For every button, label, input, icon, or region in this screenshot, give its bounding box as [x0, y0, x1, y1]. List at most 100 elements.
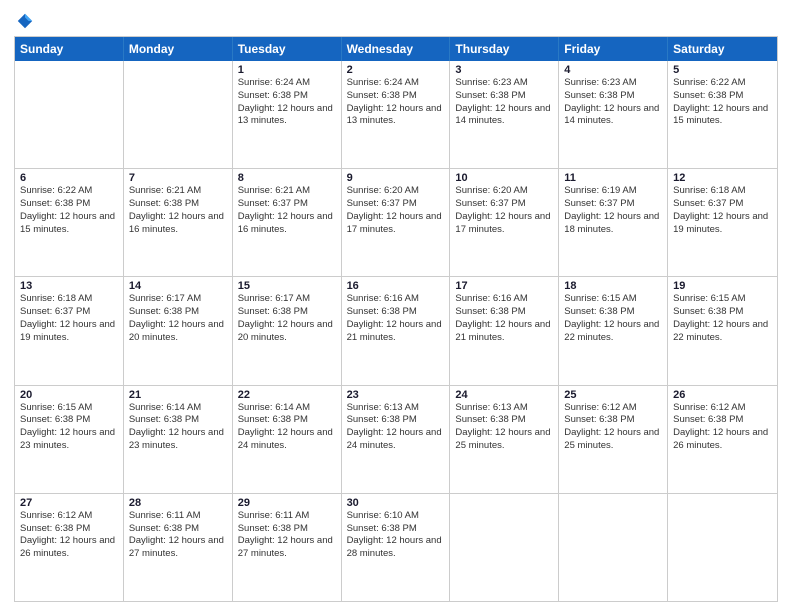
day-info: Sunrise: 6:16 AM Sunset: 6:38 PM Dayligh… — [455, 293, 553, 344]
day-number: 5 — [673, 64, 772, 76]
calendar-cell: 16Sunrise: 6:16 AM Sunset: 6:38 PM Dayli… — [342, 277, 451, 384]
day-info: Sunrise: 6:17 AM Sunset: 6:38 PM Dayligh… — [238, 293, 336, 344]
day-number: 26 — [673, 389, 772, 401]
day-info: Sunrise: 6:14 AM Sunset: 6:38 PM Dayligh… — [238, 402, 336, 453]
day-number: 9 — [347, 172, 445, 184]
calendar-cell: 8Sunrise: 6:21 AM Sunset: 6:37 PM Daylig… — [233, 169, 342, 276]
day-number: 19 — [673, 280, 772, 292]
day-number: 8 — [238, 172, 336, 184]
calendar-cell: 28Sunrise: 6:11 AM Sunset: 6:38 PM Dayli… — [124, 494, 233, 601]
day-info: Sunrise: 6:18 AM Sunset: 6:37 PM Dayligh… — [20, 293, 118, 344]
calendar-cell: 2Sunrise: 6:24 AM Sunset: 6:38 PM Daylig… — [342, 61, 451, 168]
calendar-cell: 27Sunrise: 6:12 AM Sunset: 6:38 PM Dayli… — [15, 494, 124, 601]
day-info: Sunrise: 6:15 AM Sunset: 6:38 PM Dayligh… — [673, 293, 772, 344]
cal-header-cell: Monday — [124, 37, 233, 61]
calendar-week-row: 6Sunrise: 6:22 AM Sunset: 6:38 PM Daylig… — [15, 168, 777, 276]
day-number: 13 — [20, 280, 118, 292]
day-info: Sunrise: 6:24 AM Sunset: 6:38 PM Dayligh… — [238, 77, 336, 128]
calendar-cell: 18Sunrise: 6:15 AM Sunset: 6:38 PM Dayli… — [559, 277, 668, 384]
calendar-cell: 14Sunrise: 6:17 AM Sunset: 6:38 PM Dayli… — [124, 277, 233, 384]
calendar-cell: 5Sunrise: 6:22 AM Sunset: 6:38 PM Daylig… — [668, 61, 777, 168]
calendar-cell: 6Sunrise: 6:22 AM Sunset: 6:38 PM Daylig… — [15, 169, 124, 276]
day-number: 21 — [129, 389, 227, 401]
day-info: Sunrise: 6:23 AM Sunset: 6:38 PM Dayligh… — [455, 77, 553, 128]
day-info: Sunrise: 6:20 AM Sunset: 6:37 PM Dayligh… — [455, 185, 553, 236]
day-info: Sunrise: 6:20 AM Sunset: 6:37 PM Dayligh… — [347, 185, 445, 236]
day-info: Sunrise: 6:12 AM Sunset: 6:38 PM Dayligh… — [20, 510, 118, 561]
day-info: Sunrise: 6:12 AM Sunset: 6:38 PM Dayligh… — [673, 402, 772, 453]
calendar-cell — [15, 61, 124, 168]
day-number: 30 — [347, 497, 445, 509]
day-number: 12 — [673, 172, 772, 184]
calendar-cell: 4Sunrise: 6:23 AM Sunset: 6:38 PM Daylig… — [559, 61, 668, 168]
day-info: Sunrise: 6:13 AM Sunset: 6:38 PM Dayligh… — [455, 402, 553, 453]
day-info: Sunrise: 6:23 AM Sunset: 6:38 PM Dayligh… — [564, 77, 662, 128]
day-info: Sunrise: 6:13 AM Sunset: 6:38 PM Dayligh… — [347, 402, 445, 453]
day-number: 10 — [455, 172, 553, 184]
calendar-week-row: 20Sunrise: 6:15 AM Sunset: 6:38 PM Dayli… — [15, 385, 777, 493]
day-info: Sunrise: 6:24 AM Sunset: 6:38 PM Dayligh… — [347, 77, 445, 128]
calendar-cell: 29Sunrise: 6:11 AM Sunset: 6:38 PM Dayli… — [233, 494, 342, 601]
day-number: 1 — [238, 64, 336, 76]
day-number: 29 — [238, 497, 336, 509]
calendar-cell — [559, 494, 668, 601]
calendar-week-row: 1Sunrise: 6:24 AM Sunset: 6:38 PM Daylig… — [15, 61, 777, 168]
day-number: 27 — [20, 497, 118, 509]
day-info: Sunrise: 6:17 AM Sunset: 6:38 PM Dayligh… — [129, 293, 227, 344]
calendar-cell: 15Sunrise: 6:17 AM Sunset: 6:38 PM Dayli… — [233, 277, 342, 384]
cal-header-cell: Thursday — [450, 37, 559, 61]
day-number: 24 — [455, 389, 553, 401]
day-number: 28 — [129, 497, 227, 509]
calendar-cell: 13Sunrise: 6:18 AM Sunset: 6:37 PM Dayli… — [15, 277, 124, 384]
calendar-cell: 11Sunrise: 6:19 AM Sunset: 6:37 PM Dayli… — [559, 169, 668, 276]
calendar-cell: 3Sunrise: 6:23 AM Sunset: 6:38 PM Daylig… — [450, 61, 559, 168]
calendar-cell — [124, 61, 233, 168]
calendar: SundayMondayTuesdayWednesdayThursdayFrid… — [14, 36, 778, 602]
calendar-week-row: 13Sunrise: 6:18 AM Sunset: 6:37 PM Dayli… — [15, 276, 777, 384]
day-number: 4 — [564, 64, 662, 76]
calendar-cell: 20Sunrise: 6:15 AM Sunset: 6:38 PM Dayli… — [15, 386, 124, 493]
day-number: 22 — [238, 389, 336, 401]
day-number: 3 — [455, 64, 553, 76]
day-number: 16 — [347, 280, 445, 292]
day-info: Sunrise: 6:19 AM Sunset: 6:37 PM Dayligh… — [564, 185, 662, 236]
calendar-week-row: 27Sunrise: 6:12 AM Sunset: 6:38 PM Dayli… — [15, 493, 777, 601]
cal-header-cell: Wednesday — [342, 37, 451, 61]
day-number: 11 — [564, 172, 662, 184]
day-info: Sunrise: 6:22 AM Sunset: 6:38 PM Dayligh… — [673, 77, 772, 128]
calendar-cell: 7Sunrise: 6:21 AM Sunset: 6:38 PM Daylig… — [124, 169, 233, 276]
cal-header-cell: Saturday — [668, 37, 777, 61]
day-number: 17 — [455, 280, 553, 292]
logo — [14, 12, 34, 30]
calendar-cell — [668, 494, 777, 601]
calendar-cell: 24Sunrise: 6:13 AM Sunset: 6:38 PM Dayli… — [450, 386, 559, 493]
calendar-cell: 19Sunrise: 6:15 AM Sunset: 6:38 PM Dayli… — [668, 277, 777, 384]
cal-header-cell: Friday — [559, 37, 668, 61]
calendar-cell: 30Sunrise: 6:10 AM Sunset: 6:38 PM Dayli… — [342, 494, 451, 601]
day-number: 6 — [20, 172, 118, 184]
day-number: 23 — [347, 389, 445, 401]
day-info: Sunrise: 6:11 AM Sunset: 6:38 PM Dayligh… — [129, 510, 227, 561]
logo-icon — [16, 12, 34, 30]
calendar-cell — [450, 494, 559, 601]
calendar-cell: 9Sunrise: 6:20 AM Sunset: 6:37 PM Daylig… — [342, 169, 451, 276]
calendar-cell: 26Sunrise: 6:12 AM Sunset: 6:38 PM Dayli… — [668, 386, 777, 493]
day-info: Sunrise: 6:14 AM Sunset: 6:38 PM Dayligh… — [129, 402, 227, 453]
day-info: Sunrise: 6:12 AM Sunset: 6:38 PM Dayligh… — [564, 402, 662, 453]
day-number: 25 — [564, 389, 662, 401]
day-info: Sunrise: 6:10 AM Sunset: 6:38 PM Dayligh… — [347, 510, 445, 561]
cal-header-cell: Sunday — [15, 37, 124, 61]
cal-header-cell: Tuesday — [233, 37, 342, 61]
calendar-cell: 21Sunrise: 6:14 AM Sunset: 6:38 PM Dayli… — [124, 386, 233, 493]
calendar-cell: 22Sunrise: 6:14 AM Sunset: 6:38 PM Dayli… — [233, 386, 342, 493]
day-number: 7 — [129, 172, 227, 184]
calendar-cell: 10Sunrise: 6:20 AM Sunset: 6:37 PM Dayli… — [450, 169, 559, 276]
day-info: Sunrise: 6:21 AM Sunset: 6:37 PM Dayligh… — [238, 185, 336, 236]
day-number: 20 — [20, 389, 118, 401]
day-info: Sunrise: 6:22 AM Sunset: 6:38 PM Dayligh… — [20, 185, 118, 236]
calendar-header-row: SundayMondayTuesdayWednesdayThursdayFrid… — [15, 37, 777, 61]
calendar-cell: 1Sunrise: 6:24 AM Sunset: 6:38 PM Daylig… — [233, 61, 342, 168]
day-info: Sunrise: 6:15 AM Sunset: 6:38 PM Dayligh… — [564, 293, 662, 344]
day-info: Sunrise: 6:21 AM Sunset: 6:38 PM Dayligh… — [129, 185, 227, 236]
calendar-cell: 25Sunrise: 6:12 AM Sunset: 6:38 PM Dayli… — [559, 386, 668, 493]
